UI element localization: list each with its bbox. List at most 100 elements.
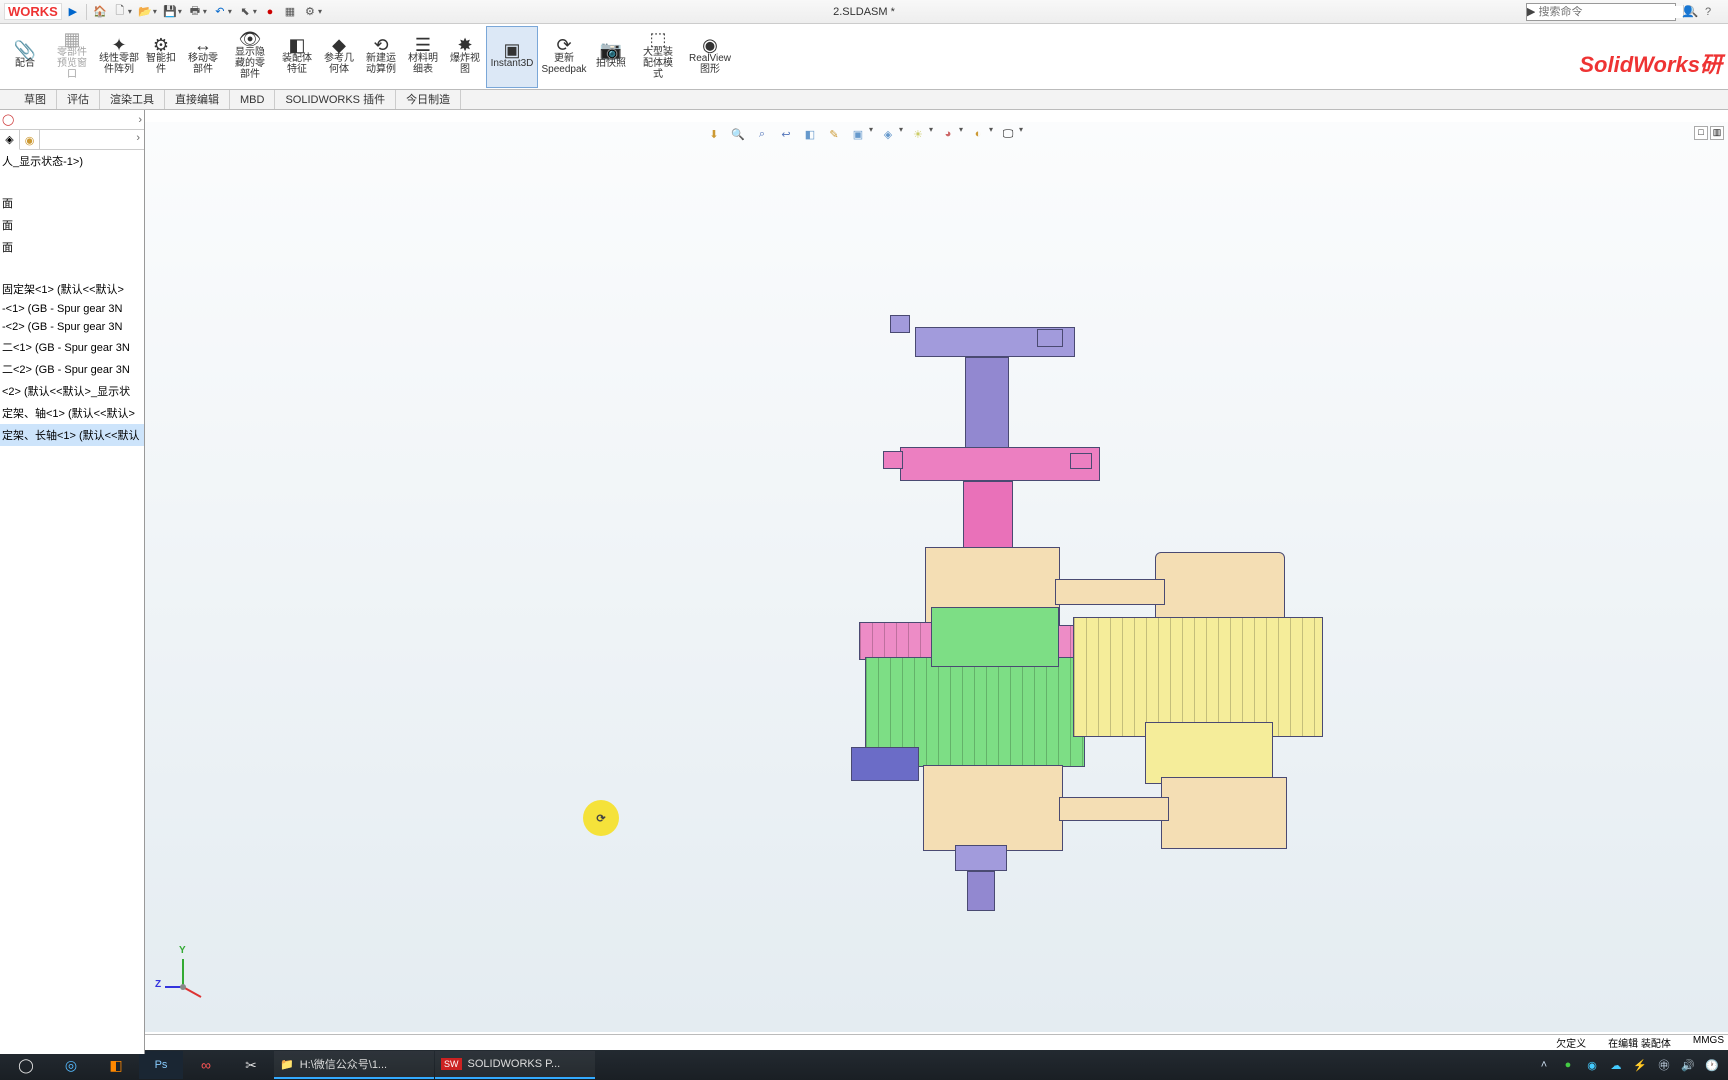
tab-3[interactable]: 直接编辑 <box>165 90 230 109</box>
print-icon[interactable]: 🖶 <box>186 3 204 21</box>
ribbon-爆炸视图[interactable]: ✸爆炸视图 <box>444 26 486 88</box>
config-tab[interactable]: ◉ <box>20 130 40 150</box>
zoom-fit-icon[interactable]: 🔍 <box>729 125 747 143</box>
tab-2[interactable]: 渲染工具 <box>100 90 165 109</box>
dropdown-icon[interactable]: ▾ <box>153 7 157 16</box>
orientation-icon[interactable]: ⬇ <box>705 125 723 143</box>
tab-4[interactable]: MBD <box>230 90 275 109</box>
viewport-split-icon[interactable]: ▥ <box>1710 126 1724 140</box>
dynamic-view-icon[interactable]: ✎ <box>825 125 843 143</box>
tree-plane[interactable]: 面 <box>0 192 144 214</box>
tab-0[interactable]: 草图 <box>14 90 57 109</box>
task-solidworks[interactable]: SWSOLIDWORKS P... <box>435 1051 595 1079</box>
start-button[interactable]: ◯ <box>4 1051 48 1079</box>
tree-plane[interactable]: 面 <box>0 236 144 258</box>
panel-collapse-icon[interactable]: › <box>138 114 142 126</box>
ribbon-装配体特征[interactable]: ◧装配体特征 <box>276 26 318 88</box>
appearance-icon[interactable]: ◕ <box>939 125 957 143</box>
task-explorer[interactable]: 📁H:\微信公众号\1... <box>274 1051 434 1079</box>
dropdown-icon[interactable]: ▾ <box>318 7 322 16</box>
dropdown-icon[interactable]: ▾ <box>128 7 132 16</box>
open-icon[interactable]: 📂 <box>136 3 154 21</box>
tree-item[interactable]: <2> (默认<<默认>_显示状 <box>0 380 144 402</box>
circle-icon[interactable]: ◯ <box>2 113 14 126</box>
section-view-icon[interactable]: ◧ <box>801 125 819 143</box>
ribbon-移动零部件[interactable]: ↔移动零部件 <box>182 26 224 88</box>
ribbon-大型装配体模[interactable]: ⬚大型装配体模式 <box>632 26 684 88</box>
dropdown-icon[interactable]: ▾ <box>929 125 933 143</box>
ribbon-智能扣件[interactable]: ⚙智能扣件 <box>140 26 182 88</box>
tray-chevron-icon[interactable]: ˄ <box>1536 1059 1552 1071</box>
new-icon[interactable]: 🗋 <box>111 3 129 21</box>
tree-item[interactable]: 定架、轴<1> (默认<<默认> <box>0 402 144 424</box>
dropdown-icon[interactable]: ▾ <box>178 7 182 16</box>
tab-1[interactable]: 评估 <box>57 90 100 109</box>
undo-icon[interactable]: ↶ <box>211 3 229 21</box>
ribbon-RealVi[interactable]: ◉RealView图形 <box>684 26 736 88</box>
ribbon-Instan[interactable]: ▣Instant3D <box>486 26 538 88</box>
tree-root[interactable]: 人_显示状态-1>) <box>0 150 144 172</box>
display-style-icon[interactable]: ▣ <box>849 125 867 143</box>
tree-item[interactable]: 定架、长轴<1> (默认<<默认 <box>0 424 144 446</box>
tray-volume-icon[interactable]: 🔊 <box>1680 1059 1696 1072</box>
tray-chat-icon[interactable]: ◉ <box>1584 1059 1600 1072</box>
tree-item[interactable]: -<2> (GB - Spur gear 3N <box>0 318 144 336</box>
previous-view-icon[interactable]: ↩ <box>777 125 795 143</box>
feature-tree-tab[interactable]: ◈ <box>0 130 20 150</box>
tree-item[interactable]: -<1> (GB - Spur gear 3N <box>0 300 144 318</box>
task-browser[interactable]: ◧ <box>94 1051 138 1079</box>
ribbon-线性零部件阵[interactable]: ✦线性零部件阵列 <box>98 26 140 88</box>
tree-plane[interactable]: 面 <box>0 214 144 236</box>
screen-icon[interactable]: 🖵 <box>999 125 1017 143</box>
hide-show-icon[interactable]: ◈ <box>879 125 897 143</box>
ribbon-零部件预览窗[interactable]: ▦零部件预览窗口 <box>46 26 98 88</box>
dropdown-icon[interactable]: ▾ <box>869 125 873 143</box>
ribbon-更新Spee[interactable]: ⟳更新Speedpak <box>538 26 590 88</box>
rebuild-icon[interactable]: ● <box>261 3 279 21</box>
ribbon-新建运动算例[interactable]: ⟲新建运动算例 <box>360 26 402 88</box>
watermark-text: SolidWorks研 <box>1579 47 1722 79</box>
graphics-viewport[interactable]: □ ▥ ⟳ <box>145 122 1728 1032</box>
tab-5[interactable]: SOLIDWORKS 插件 <box>275 90 396 109</box>
ribbon-参考几何体[interactable]: ◆参考几何体 <box>318 26 360 88</box>
search-input[interactable] <box>1535 6 1683 18</box>
dropdown-icon[interactable]: ▾ <box>253 7 257 16</box>
ribbon-显示隐藏的零[interactable]: 👁显示隐藏的零部件 <box>224 26 276 88</box>
tree-item[interactable]: 固定架<1> (默认<<默认> <box>0 278 144 300</box>
select-icon[interactable]: ⬉ <box>236 3 254 21</box>
tray-wechat-icon[interactable]: ● <box>1560 1059 1576 1071</box>
panel-expand-icon[interactable]: › <box>132 130 144 149</box>
light-icon[interactable]: ☀ <box>909 125 927 143</box>
viewport-max-icon[interactable]: □ <box>1694 126 1708 140</box>
scene-icon[interactable]: ◐ <box>969 125 987 143</box>
help-icon[interactable]: ? <box>1705 6 1721 18</box>
tab-6[interactable]: 今日制造 <box>396 90 461 109</box>
task-app2[interactable]: ∞ <box>184 1051 228 1079</box>
ribbon-拍快照[interactable]: 📷拍快照 <box>590 26 632 88</box>
play-icon[interactable]: ▶ <box>64 3 82 21</box>
dropdown-icon[interactable]: ▾ <box>989 125 993 143</box>
task-photoshop[interactable]: Ps <box>139 1051 183 1079</box>
tray-net-icon[interactable]: ⚡ <box>1632 1059 1648 1072</box>
task-snip[interactable]: ✂ <box>229 1051 273 1079</box>
tray-clock[interactable]: 🕐 <box>1704 1059 1720 1072</box>
options-icon[interactable]: ▦ <box>281 3 299 21</box>
settings-icon[interactable]: ⚙ <box>301 3 319 21</box>
ribbon-配合[interactable]: 📎配合 <box>4 26 46 88</box>
tree-item[interactable]: 二<2> (GB - Spur gear 3N <box>0 358 144 380</box>
dropdown-icon[interactable]: ▾ <box>203 7 207 16</box>
dropdown-icon[interactable]: ▾ <box>228 7 232 16</box>
dropdown-icon[interactable]: ▾ <box>959 125 963 143</box>
task-edge[interactable]: ◎ <box>49 1051 93 1079</box>
save-icon[interactable]: 💾 <box>161 3 179 21</box>
dropdown-icon[interactable]: ▾ <box>899 125 903 143</box>
command-search[interactable]: ▶ 🔍 <box>1526 3 1676 21</box>
zoom-area-icon[interactable]: ⌕ <box>753 125 771 143</box>
tray-cloud-icon[interactable]: ☁ <box>1608 1059 1624 1072</box>
tree-item[interactable]: 二<1> (GB - Spur gear 3N <box>0 336 144 358</box>
user-icon[interactable]: 👤 <box>1681 5 1697 18</box>
ribbon-材料明细表[interactable]: ☰材料明细表 <box>402 26 444 88</box>
tray-input-icon[interactable]: ㊥ <box>1656 1057 1672 1073</box>
dropdown-icon[interactable]: ▾ <box>1019 125 1023 143</box>
home-icon[interactable]: 🏠 <box>91 3 109 21</box>
